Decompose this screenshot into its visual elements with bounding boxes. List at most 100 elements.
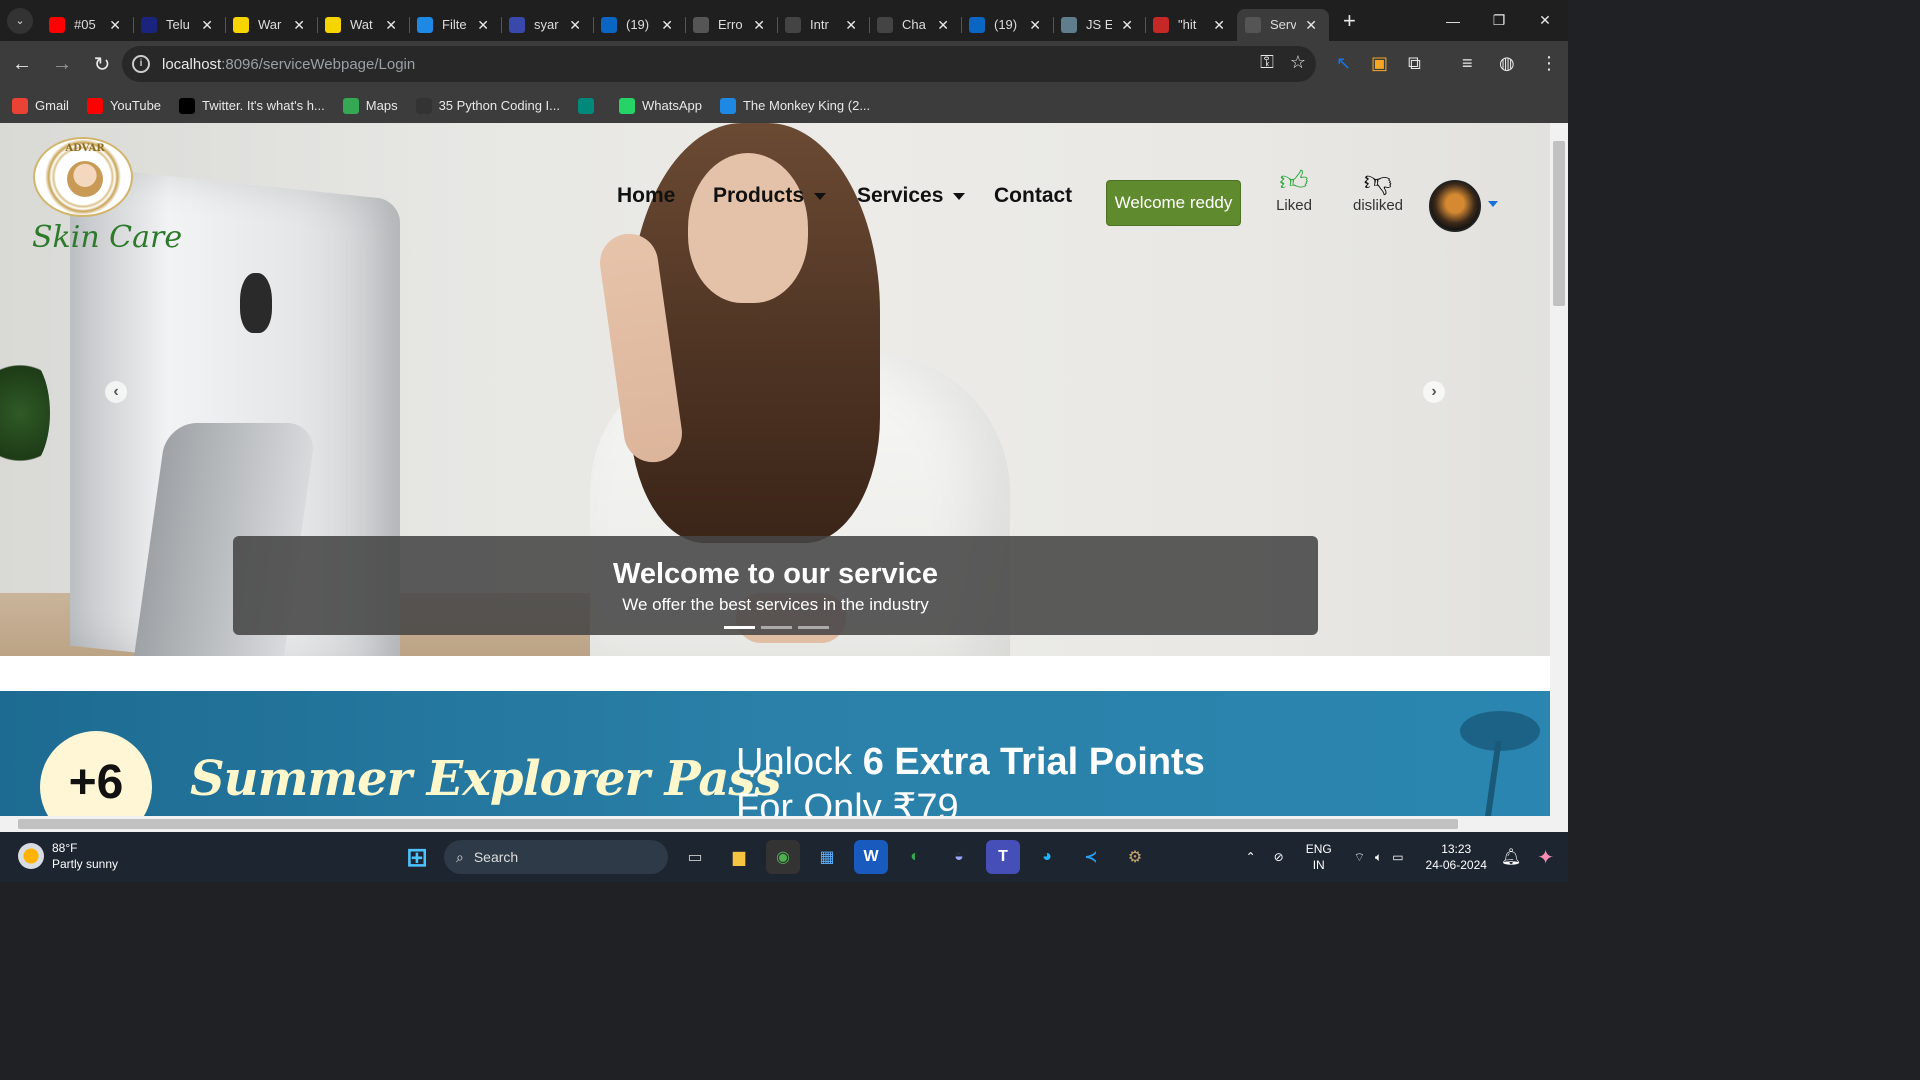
edge-icon[interactable]: ◕ bbox=[1030, 840, 1064, 874]
x-icon bbox=[179, 97, 196, 114]
browser-tab[interactable]: War ✕ bbox=[225, 9, 318, 41]
avatar-dropdown-icon[interactable] bbox=[1488, 201, 1498, 207]
volume-icon[interactable]: 🔈︎ bbox=[1375, 850, 1382, 865]
battery-icon[interactable]: ▭ bbox=[1392, 850, 1403, 864]
bookmark-item[interactable]: YouTube bbox=[86, 97, 161, 114]
new-tab-button[interactable]: + bbox=[1343, 8, 1356, 34]
bookmark-item[interactable]: Maps bbox=[342, 97, 398, 114]
horizontal-scroll-thumb[interactable] bbox=[18, 819, 1458, 829]
file-explorer-icon[interactable]: ▆ bbox=[722, 840, 756, 874]
browser-tab[interactable]: syar ✕ bbox=[501, 9, 594, 41]
bookmark-item[interactable]: The Monkey King (2... bbox=[719, 97, 870, 114]
notification-bell-icon[interactable]: 🔔︎ bbox=[1501, 847, 1521, 867]
nav-services[interactable]: Services bbox=[857, 184, 966, 208]
close-tab-icon[interactable]: ✕ bbox=[385, 17, 397, 34]
browser-tab[interactable]: Cha ✕ bbox=[869, 9, 962, 41]
edge-dev-icon[interactable]: ◐ bbox=[898, 840, 932, 874]
close-tab-icon[interactable]: ✕ bbox=[937, 17, 949, 34]
browser-tab[interactable]: Erro ✕ bbox=[685, 9, 778, 41]
welcome-user-button[interactable]: Welcome reddy bbox=[1106, 180, 1241, 226]
taskbar-search[interactable]: ⌕ Search bbox=[444, 840, 668, 874]
url-text[interactable]: localhost:8096/serviceWebpage/Login bbox=[162, 56, 415, 73]
liked-button[interactable]: 👍︎ Liked bbox=[1272, 165, 1316, 214]
clock[interactable]: 13:23 24-06-2024 bbox=[1426, 841, 1487, 873]
browser-tab[interactable]: Telu ✕ bbox=[133, 9, 226, 41]
browser-tab[interactable]: JS E ✕ bbox=[1053, 9, 1146, 41]
nav-products[interactable]: Products bbox=[713, 184, 827, 208]
bookmark-item[interactable]: 35 Python Coding I... bbox=[415, 97, 560, 114]
promo-banner[interactable]: +6 Summer Explorer Pass Unlock 6 Extra T… bbox=[0, 691, 1550, 816]
store-icon[interactable]: ▦ bbox=[810, 840, 844, 874]
browser-tab[interactable]: #05 ✕ bbox=[41, 9, 134, 41]
bookmark-star-icon[interactable]: ☆ bbox=[1290, 52, 1306, 73]
close-tab-icon[interactable]: ✕ bbox=[201, 17, 213, 34]
close-tab-icon[interactable]: ✕ bbox=[569, 17, 581, 34]
browser-tab[interactable]: Wat ✕ bbox=[317, 9, 410, 41]
square-icon bbox=[509, 16, 525, 33]
profile-icon[interactable]: ◍ bbox=[1499, 53, 1515, 74]
close-tab-icon[interactable]: ✕ bbox=[477, 17, 489, 34]
browser-tab[interactable]: "hit ✕ bbox=[1145, 9, 1238, 41]
chrome-icon[interactable]: ◉ bbox=[766, 840, 800, 874]
close-tab-icon[interactable]: ✕ bbox=[753, 17, 765, 34]
close-tab-icon[interactable]: ✕ bbox=[1305, 17, 1317, 34]
carousel-indicator[interactable] bbox=[761, 626, 792, 629]
wifi-icon[interactable]: ⌔ bbox=[1354, 850, 1365, 865]
network-off-icon[interactable]: ⊘ bbox=[1274, 850, 1284, 864]
bookmark-item[interactable]: Gmail bbox=[12, 97, 69, 114]
close-tab-icon[interactable]: ✕ bbox=[661, 17, 673, 34]
minimize-button[interactable]: — bbox=[1430, 13, 1476, 29]
word-icon[interactable]: W bbox=[854, 840, 888, 874]
carousel-indicator[interactable] bbox=[724, 626, 755, 629]
vertical-scrollbar[interactable] bbox=[1550, 123, 1568, 816]
menu-kebab-icon[interactable]: ⋮ bbox=[1540, 53, 1558, 74]
close-tab-icon[interactable]: ✕ bbox=[845, 17, 857, 34]
task-view-icon[interactable]: ▭ bbox=[678, 840, 712, 874]
close-tab-icon[interactable]: ✕ bbox=[109, 17, 121, 34]
settings-gear-icon[interactable]: ⚙ bbox=[1118, 840, 1152, 874]
restore-button[interactable]: ❐ bbox=[1476, 12, 1522, 29]
close-window-button[interactable]: ✕ bbox=[1522, 12, 1568, 29]
browser-tab[interactable]: (19) ✕ bbox=[961, 9, 1054, 41]
extension-cursor-icon[interactable]: ↖ bbox=[1336, 53, 1351, 74]
teams-icon[interactable]: T bbox=[986, 840, 1020, 874]
back-button[interactable]: ← bbox=[4, 47, 40, 83]
close-tab-icon[interactable]: ✕ bbox=[1121, 17, 1133, 34]
browser-tab[interactable]: Intr ✕ bbox=[777, 9, 870, 41]
windows-start-icon[interactable]: ⊞ bbox=[400, 840, 434, 874]
browser-tab[interactable]: (19) ✕ bbox=[593, 9, 686, 41]
carousel-indicator[interactable] bbox=[798, 626, 829, 629]
weather-widget[interactable]: 88°F Partly sunny bbox=[18, 840, 118, 872]
extension-square-icon[interactable]: ▣ bbox=[1371, 53, 1388, 74]
language-indicator[interactable]: ENG IN bbox=[1306, 841, 1332, 873]
site-info-icon[interactable]: i bbox=[132, 55, 150, 73]
tray-overflow-icon[interactable]: ⌃ bbox=[1246, 850, 1256, 864]
media-control-icon[interactable]: ≡ bbox=[1462, 53, 1473, 74]
carousel-prev-button[interactable]: ‹ bbox=[105, 381, 127, 403]
horizontal-scrollbar[interactable] bbox=[0, 816, 1568, 832]
extensions-puzzle-icon[interactable]: ⧉ bbox=[1408, 53, 1421, 74]
eclipse-icon[interactable]: ◒ bbox=[942, 840, 976, 874]
bookmark-item[interactable]: WhatsApp bbox=[619, 97, 702, 114]
vscode-icon[interactable]: ≺ bbox=[1074, 840, 1108, 874]
bookmark-item[interactable]: Twitter. It's what's h... bbox=[179, 97, 325, 114]
copilot-icon[interactable]: ✦ bbox=[1537, 845, 1554, 870]
address-bar[interactable]: i localhost:8096/serviceWebpage/Login ⚿ … bbox=[122, 46, 1316, 82]
password-key-icon[interactable]: ⚿ bbox=[1260, 52, 1274, 73]
close-tab-icon[interactable]: ✕ bbox=[1213, 17, 1225, 34]
tab-search-button[interactable]: ⌄ bbox=[7, 7, 33, 34]
site-logo[interactable]: ADVAR bbox=[33, 137, 133, 217]
nav-contact[interactable]: Contact bbox=[994, 184, 1072, 208]
disliked-button[interactable]: 👎︎ disliked bbox=[1350, 165, 1406, 214]
browser-tab[interactable]: Filte ✕ bbox=[409, 9, 502, 41]
user-avatar[interactable] bbox=[1429, 180, 1481, 232]
browser-tab[interactable]: Serv ✕ bbox=[1237, 8, 1329, 41]
close-tab-icon[interactable]: ✕ bbox=[293, 17, 305, 34]
close-tab-icon[interactable]: ✕ bbox=[1029, 17, 1041, 34]
forward-button[interactable]: → bbox=[44, 47, 80, 83]
bookmark-item[interactable] bbox=[578, 97, 601, 114]
carousel-next-button[interactable]: › bbox=[1423, 381, 1445, 403]
nav-home[interactable]: Home bbox=[617, 184, 675, 208]
reload-button[interactable]: ↻ bbox=[84, 47, 120, 83]
vertical-scroll-thumb[interactable] bbox=[1553, 141, 1565, 306]
